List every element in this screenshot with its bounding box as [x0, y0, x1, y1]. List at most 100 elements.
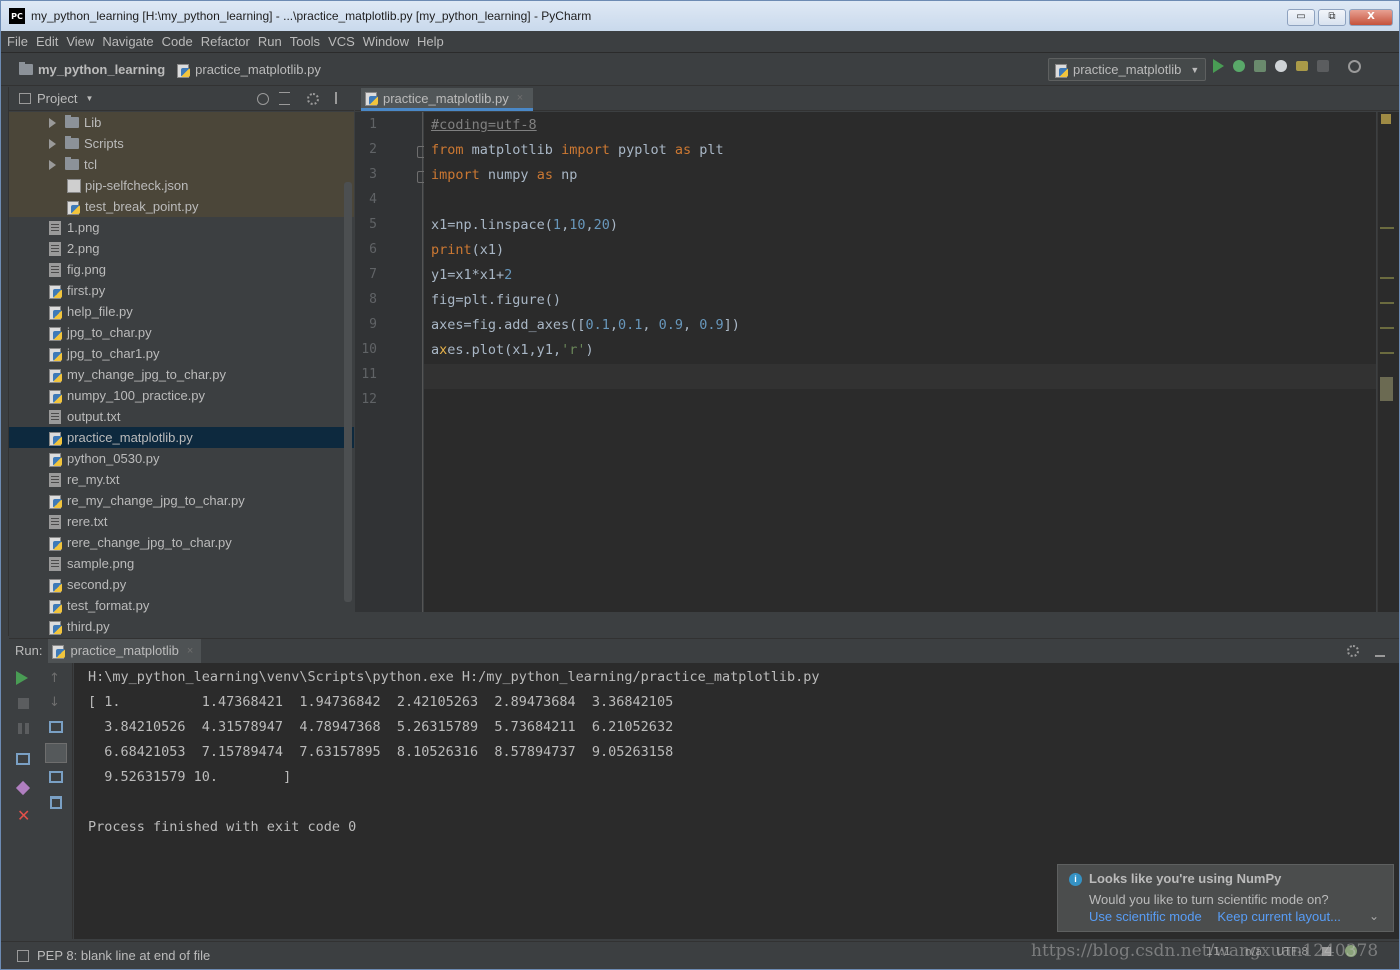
- project-tree-item[interactable]: re_my_change_jpg_to_char.py: [9, 490, 354, 511]
- project-tree-item[interactable]: 1.png: [9, 217, 354, 238]
- project-tree-item[interactable]: sample.png: [9, 553, 354, 574]
- soft-wrap-icon[interactable]: [49, 721, 63, 733]
- project-tree-item[interactable]: python_0530.py: [9, 448, 354, 469]
- project-scrollbar[interactable]: [344, 182, 352, 602]
- lightbulb-icon[interactable]: x: [439, 342, 447, 358]
- menu-file[interactable]: File: [7, 34, 28, 49]
- project-tree-item-label: help_file.py: [67, 304, 133, 319]
- concurrency-icon[interactable]: [1296, 61, 1308, 71]
- project-tree-item[interactable]: Scripts: [9, 133, 354, 154]
- code-comment: #coding=utf-8: [431, 117, 537, 133]
- project-tree-item[interactable]: Lib: [9, 112, 354, 133]
- print-icon[interactable]: [49, 771, 63, 783]
- locate-file-icon[interactable]: [257, 93, 269, 105]
- menu-code[interactable]: Code: [162, 34, 193, 49]
- text-file-icon: [49, 220, 61, 235]
- gear-icon[interactable]: [307, 93, 319, 105]
- project-tree-item[interactable]: test_break_point.py: [9, 196, 354, 217]
- code-editor[interactable]: #coding=utf-8 from matplotlib import pyp…: [424, 112, 1376, 612]
- project-tree-item[interactable]: re_my.txt: [9, 469, 354, 490]
- breadcrumb-file[interactable]: practice_matplotlib.py: [195, 62, 321, 77]
- warning-marker[interactable]: [1380, 302, 1394, 304]
- hide-panel-icon[interactable]: [335, 92, 345, 104]
- project-tree-item[interactable]: help_file.py: [9, 301, 354, 322]
- project-tree-item[interactable]: my_change_jpg_to_char.py: [9, 364, 354, 385]
- close-tab-icon[interactable]: ×: [187, 645, 193, 657]
- project-tree-item[interactable]: 2.png: [9, 238, 354, 259]
- gear-icon[interactable]: [1347, 645, 1359, 657]
- project-tree-item[interactable]: tcl: [9, 154, 354, 175]
- menu-tools[interactable]: Tools: [290, 34, 320, 49]
- use-scientific-mode-link[interactable]: Use scientific mode: [1089, 909, 1202, 924]
- chevron-down-icon[interactable]: ▼: [85, 94, 93, 103]
- collapse-all-icon[interactable]: [279, 92, 290, 105]
- profile-icon[interactable]: [1275, 60, 1287, 72]
- project-view-title[interactable]: Project: [37, 91, 77, 106]
- project-tree-item[interactable]: rere.txt: [9, 511, 354, 532]
- run-configuration-select[interactable]: practice_matplotlib ▼: [1048, 58, 1206, 81]
- scroll-thumb[interactable]: [1380, 377, 1393, 401]
- warning-marker[interactable]: [1380, 277, 1394, 279]
- menu-refactor[interactable]: Refactor: [201, 34, 250, 49]
- project-tree-item[interactable]: pip-selfcheck.json: [9, 175, 354, 196]
- project-tree-item[interactable]: second.py: [9, 574, 354, 595]
- tool-windows-icon[interactable]: [17, 949, 29, 962]
- warning-marker[interactable]: [1380, 227, 1394, 229]
- coverage-icon[interactable]: [1254, 60, 1266, 72]
- run-icon[interactable]: [1213, 59, 1224, 73]
- menu-run[interactable]: Run: [258, 34, 282, 49]
- project-tree-item[interactable]: jpg_to_char1.py: [9, 343, 354, 364]
- expand-arrow-icon[interactable]: [49, 138, 56, 149]
- code-keyword: import: [431, 167, 480, 183]
- project-tree-item[interactable]: output.txt: [9, 406, 354, 427]
- pause-icon[interactable]: [18, 723, 29, 734]
- project-tree-item[interactable]: third.py: [9, 616, 354, 636]
- menu-view[interactable]: View: [66, 34, 94, 49]
- menu-navigate[interactable]: Navigate: [102, 34, 153, 49]
- stop-icon[interactable]: [1317, 60, 1329, 72]
- project-tree-item[interactable]: practice_matplotlib.py: [9, 427, 354, 448]
- close-icon[interactable]: ✕: [17, 806, 33, 825]
- scroll-to-end-icon[interactable]: [45, 743, 67, 763]
- chevron-down-icon[interactable]: ⌄: [1369, 909, 1379, 923]
- watermark: https://blog.csdn.net/wangxuan1240378: [1031, 941, 1379, 961]
- menu-edit[interactable]: Edit: [36, 34, 58, 49]
- up-arrow-icon[interactable]: ↑: [49, 671, 65, 687]
- minimize-button[interactable]: ▭: [1287, 9, 1315, 26]
- restore-layout-icon[interactable]: [16, 753, 30, 765]
- project-tree-item[interactable]: rere_change_jpg_to_char.py: [9, 532, 354, 553]
- close-button[interactable]: X: [1349, 9, 1393, 26]
- keep-current-layout-link[interactable]: Keep current layout...: [1217, 909, 1341, 924]
- project-tree-item[interactable]: first.py: [9, 280, 354, 301]
- maximize-button[interactable]: ⧉: [1318, 9, 1346, 26]
- project-tree-item[interactable]: test_format.py: [9, 595, 354, 616]
- expand-arrow-icon[interactable]: [49, 117, 56, 128]
- project-tree-item[interactable]: jpg_to_char.py: [9, 322, 354, 343]
- pin-icon[interactable]: [15, 780, 31, 796]
- window-controls: ▭ ⧉ X: [1287, 9, 1393, 26]
- python-file-icon: [49, 326, 63, 341]
- warning-marker[interactable]: [1380, 327, 1394, 329]
- run-tab-practice-matplotlib[interactable]: practice_matplotlib ×: [48, 638, 202, 663]
- hide-panel-icon[interactable]: [1375, 644, 1385, 657]
- status-message: PEP 8: blank line at end of file: [37, 948, 211, 963]
- project-tree-item[interactable]: numpy_100_practice.py: [9, 385, 354, 406]
- down-arrow-icon[interactable]: ↓: [49, 695, 65, 711]
- rerun-icon[interactable]: [16, 671, 28, 685]
- close-tab-icon[interactable]: ×: [517, 92, 523, 104]
- code-line-5: x1=np.linspace(1,10,20): [431, 217, 619, 233]
- menu-window[interactable]: Window: [363, 34, 409, 49]
- stop-icon[interactable]: [18, 698, 29, 709]
- expand-arrow-icon[interactable]: [49, 159, 56, 170]
- search-everywhere-icon[interactable]: [1348, 59, 1361, 73]
- tab-practice-matplotlib[interactable]: practice_matplotlib.py ×: [361, 88, 534, 111]
- menu-help[interactable]: Help: [417, 34, 444, 49]
- json-file-icon: [67, 178, 81, 193]
- trash-icon[interactable]: [50, 796, 62, 809]
- menu-vcs[interactable]: VCS: [328, 34, 355, 49]
- project-tree-item[interactable]: fig.png: [9, 259, 354, 280]
- warning-marker[interactable]: [1380, 352, 1394, 354]
- inspection-ok-icon[interactable]: [1381, 114, 1391, 124]
- debug-icon[interactable]: [1233, 60, 1245, 72]
- breadcrumb-project[interactable]: my_python_learning: [38, 62, 165, 77]
